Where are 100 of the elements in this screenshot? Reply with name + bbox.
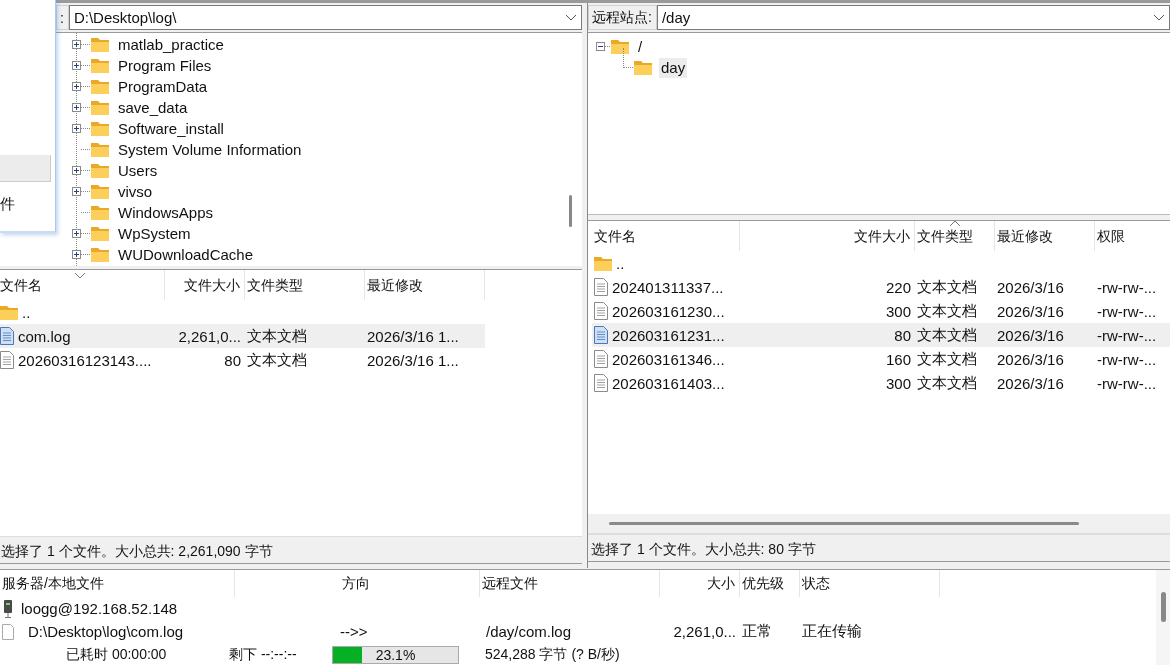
tree-item[interactable]: WpSystem bbox=[116, 223, 193, 244]
file-row[interactable]: com.log 2,261,0... 文本文档 2026/3/16 1... bbox=[0, 324, 485, 348]
document-icon bbox=[594, 302, 608, 320]
progress-percent: 23.1% bbox=[375, 646, 416, 663]
folder-icon bbox=[91, 121, 109, 136]
elapsed-time: 已耗时 00:00:00 bbox=[66, 645, 168, 664]
dropdown-icon bbox=[1153, 14, 1165, 21]
table-cell: -rw-rw-... bbox=[1097, 302, 1157, 320]
folder-icon bbox=[634, 60, 652, 75]
file-name: com.log bbox=[18, 327, 71, 345]
column-header[interactable]: 方向 bbox=[235, 570, 480, 597]
tree-item[interactable]: matlab_practice bbox=[116, 34, 226, 55]
folder-icon bbox=[91, 37, 109, 52]
table-cell: 文本文档 bbox=[247, 326, 307, 346]
table-cell: 80 bbox=[894, 326, 911, 344]
file-name: 202603161403... bbox=[612, 374, 725, 392]
table-cell: 正在传输 bbox=[802, 622, 862, 641]
file-row[interactable]: 20260316123143.... 80 文本文档 2026/3/16 1... bbox=[0, 348, 485, 372]
tree-item[interactable]: Software_install bbox=[116, 118, 226, 139]
table-cell: 文本文档 bbox=[917, 301, 977, 321]
table-cell: -rw-rw-... bbox=[1097, 278, 1157, 296]
folder-icon bbox=[91, 163, 109, 178]
column-header[interactable]: 文件大小 bbox=[165, 270, 245, 300]
column-header[interactable]: 最近修改 bbox=[365, 270, 485, 300]
path-field[interactable]: /day bbox=[656, 5, 1170, 30]
column-header[interactable]: 远程文件 bbox=[480, 570, 660, 597]
scrollbar-thumb[interactable] bbox=[569, 195, 572, 227]
file-row[interactable]: 202603161403... 300 文本文档 2026/3/16 -rw-rw-... bbox=[592, 371, 1170, 395]
popup-text: 件 bbox=[0, 195, 15, 214]
file-name: 20260316123143.... bbox=[18, 351, 152, 369]
folder-icon bbox=[0, 304, 18, 320]
file-row[interactable]: .. bbox=[592, 251, 1170, 275]
table-cell: 2026/3/16 bbox=[997, 278, 1064, 296]
site-label: 远程站点: bbox=[588, 5, 657, 30]
file-row[interactable]: 202401311337... 220 文本文档 2026/3/16 -rw-rw-... bbox=[592, 275, 1170, 299]
scrollbar-thumb[interactable] bbox=[609, 522, 1079, 525]
tree-item[interactable]: ProgramData bbox=[116, 76, 210, 97]
document-icon bbox=[0, 327, 14, 345]
table-cell: -rw-rw-... bbox=[1097, 350, 1157, 368]
tree-item[interactable]: WUDownloadCache bbox=[116, 244, 256, 265]
column-header[interactable]: 优先级 bbox=[740, 570, 800, 597]
table-cell: 300 bbox=[885, 374, 911, 392]
dropdown-icon bbox=[565, 14, 577, 21]
column-header[interactable]: 服务器/本地文件 bbox=[0, 570, 235, 597]
site-label: : bbox=[56, 5, 69, 30]
table-cell: 文本文档 bbox=[917, 325, 977, 345]
column-header[interactable]: 文件类型 bbox=[915, 221, 995, 251]
table-cell: 文本文档 bbox=[917, 349, 977, 369]
tree-item[interactable]: vivso bbox=[116, 181, 155, 202]
column-header[interactable]: 文件类型 bbox=[245, 270, 365, 300]
table-cell: 300 bbox=[885, 302, 911, 320]
table-cell: 文本文档 bbox=[917, 373, 977, 393]
file-name: 202401311337... bbox=[612, 278, 724, 296]
table-cell: -rw-rw-... bbox=[1097, 326, 1157, 344]
file-row[interactable]: 202603161346... 160 文本文档 2026/3/16 -rw-rw-... bbox=[592, 347, 1170, 371]
folder-icon bbox=[91, 184, 109, 199]
server-name: loogg@192.168.52.148 bbox=[21, 600, 178, 617]
column-header[interactable]: 文件大小 bbox=[740, 221, 915, 251]
file-name: 202603161231... bbox=[612, 326, 725, 344]
folder-icon bbox=[91, 226, 109, 241]
table-cell: -rw-rw-... bbox=[1097, 374, 1157, 392]
status-text: 选择了 1 个文件。大小总共: 2,261,090 字节 bbox=[0, 536, 582, 564]
table-cell: -->> bbox=[340, 623, 368, 640]
table-cell: 2026/3/16 bbox=[997, 350, 1064, 368]
table-cell: 文本文档 bbox=[247, 350, 307, 370]
table-cell: 220 bbox=[885, 278, 911, 296]
file-row[interactable]: 202603161230... 300 文本文档 2026/3/16 -rw-rw-... bbox=[592, 299, 1170, 323]
scrollbar-thumb[interactable] bbox=[1160, 592, 1166, 622]
tree-item[interactable]: save_data bbox=[116, 97, 190, 118]
transfer-bytes: 524,288 字节 (? B/秒) bbox=[485, 645, 620, 664]
tree-item[interactable]: / bbox=[636, 36, 645, 57]
table-cell: 正常 bbox=[742, 622, 772, 641]
document-icon bbox=[594, 326, 608, 344]
tree-item[interactable]: WindowsApps bbox=[116, 202, 216, 223]
column-header[interactable]: 大小 bbox=[660, 570, 740, 597]
column-header[interactable]: 状态 bbox=[800, 570, 940, 597]
table-cell: D:\Desktop\log\com.log bbox=[28, 623, 184, 640]
file-name: .. bbox=[616, 254, 625, 272]
tree-item[interactable]: System Volume Information bbox=[116, 139, 304, 160]
path-field[interactable]: D:\Desktop\log\ bbox=[68, 5, 582, 30]
table-cell: 2,261,0... bbox=[178, 327, 241, 345]
document-icon bbox=[594, 350, 608, 368]
folder-icon bbox=[91, 58, 109, 73]
tree-item[interactable]: day bbox=[659, 57, 688, 78]
column-header[interactable]: 权限 bbox=[1095, 221, 1170, 251]
column-header[interactable]: 文件名 bbox=[592, 221, 740, 251]
tree-item[interactable]: Program Files bbox=[116, 55, 214, 76]
table-cell: 2026/3/16 bbox=[997, 302, 1064, 320]
folder-icon bbox=[594, 255, 612, 271]
status-text: 选择了 1 个文件。大小总共: 80 字节 bbox=[588, 534, 1170, 562]
column-header[interactable]: 最近修改 bbox=[995, 221, 1095, 251]
document-icon bbox=[594, 278, 608, 296]
table-cell: /day/com.log bbox=[486, 623, 572, 640]
tree-item[interactable]: Users bbox=[116, 160, 160, 181]
file-row[interactable]: .. bbox=[0, 300, 485, 324]
file-row[interactable]: 202603161231... 80 文本文档 2026/3/16 -rw-rw-... bbox=[592, 323, 1170, 347]
table-cell: 2026/3/16 bbox=[997, 326, 1064, 344]
column-header[interactable]: 文件名 bbox=[0, 270, 165, 300]
folder-icon bbox=[91, 100, 109, 115]
document-icon bbox=[594, 374, 608, 392]
